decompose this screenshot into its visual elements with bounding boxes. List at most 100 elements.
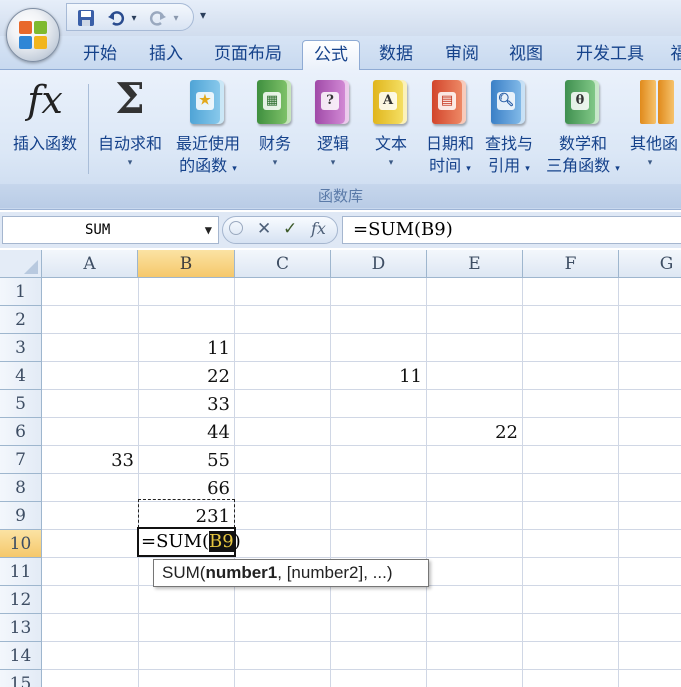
name-box-dropdown-icon[interactable]: ▼ — [205, 217, 212, 243]
text-book-icon: A — [373, 80, 407, 124]
text-dropdown-icon: ▾ — [388, 158, 394, 168]
financial-dropdown-icon: ▾ — [272, 158, 278, 168]
more-label: 其他函 — [630, 134, 679, 153]
insert-function-label: 插入函数 — [12, 134, 77, 153]
edit-reference: B9 — [209, 531, 234, 552]
row-header-10[interactable]: 10 — [0, 530, 42, 558]
row-header-9[interactable]: 9 — [0, 502, 42, 530]
copy-marquee-b9 — [138, 499, 235, 528]
gridline — [618, 278, 619, 687]
column-header-c[interactable]: C — [235, 250, 331, 278]
function-signature-tooltip[interactable]: SUM(number1, [number2], ...) — [153, 559, 429, 587]
cell-b6[interactable]: 44 — [138, 418, 234, 446]
math-label: 数学和 — [558, 134, 607, 153]
select-all-corner[interactable] — [0, 250, 42, 278]
redo-dropdown-icon[interactable]: ▾ — [171, 7, 181, 29]
gridline — [330, 278, 331, 687]
tab-home[interactable]: 开始 — [72, 40, 128, 70]
column-header-b[interactable]: B — [138, 250, 235, 278]
logical-dropdown-icon: ▾ — [330, 158, 336, 168]
cell-b5[interactable]: 33 — [138, 390, 234, 418]
cell-b4[interactable]: 22 — [138, 362, 234, 390]
books-stack-icon — [640, 80, 656, 124]
office-button[interactable] — [6, 8, 60, 62]
undo-dropdown-icon[interactable]: ▾ — [129, 7, 139, 29]
column-header-a[interactable]: A — [42, 250, 138, 278]
logical-button[interactable]: ? 逻辑 ▾ — [306, 72, 360, 190]
tab-developer[interactable]: 开发工具 — [564, 40, 656, 70]
cell-e6[interactable]: 22 — [426, 418, 522, 446]
name-box[interactable]: SUM ▼ — [2, 216, 219, 244]
row-header-2[interactable]: 2 — [0, 306, 42, 334]
cell-b7[interactable]: 55 — [138, 446, 234, 474]
cell-b3[interactable]: 11 — [138, 334, 234, 362]
tab-data[interactable]: 数据 — [368, 40, 424, 70]
row-header-11[interactable]: 11 — [0, 558, 42, 586]
row-header-7[interactable]: 7 — [0, 446, 42, 474]
row-header-3[interactable]: 3 — [0, 334, 42, 362]
math-label-2: 三角函数 ▾ — [546, 156, 620, 175]
customize-qat-icon[interactable]: ▾ — [200, 8, 214, 24]
office-logo-icon — [19, 21, 47, 49]
ribbon-separator — [88, 84, 89, 174]
gridline — [234, 278, 235, 687]
lookup-label: 查找与 — [484, 134, 533, 153]
tooltip-function: SUM( — [162, 563, 206, 582]
gridline — [42, 641, 681, 642]
column-header-f[interactable]: F — [523, 250, 619, 278]
more-functions-button[interactable]: 其他函 ▾ — [630, 72, 681, 190]
cancel-icon[interactable]: ✕ — [257, 219, 271, 239]
autosum-dropdown-icon: ▾ — [127, 158, 133, 168]
magnifier-book-icon: 🔍︎ — [491, 80, 525, 124]
row-header-14[interactable]: 14 — [0, 642, 42, 670]
row-header-15[interactable]: 15 — [0, 670, 42, 687]
tab-review[interactable]: 审阅 — [434, 40, 490, 70]
recently-used-button[interactable]: ★ 最近使用 的函数 ▾ — [170, 72, 246, 190]
row-header-8[interactable]: 8 — [0, 474, 42, 502]
column-header-e[interactable]: E — [427, 250, 523, 278]
quick-access-toolbar: ▾ ▾ — [66, 3, 194, 31]
tooltip-current-arg: number1 — [205, 563, 278, 582]
resize-handle-icon[interactable] — [229, 221, 243, 235]
redo-icon[interactable] — [147, 7, 169, 29]
undo-icon[interactable] — [105, 7, 127, 29]
row-header-13[interactable]: 13 — [0, 614, 42, 642]
active-cell-editor-b10[interactable]: =SUM(B9) — [137, 527, 241, 557]
gridline — [42, 613, 681, 614]
tab-insert[interactable]: 插入 — [138, 40, 194, 70]
enter-icon[interactable]: ✓ — [283, 219, 297, 239]
text-label: 文本 — [374, 134, 407, 153]
financial-label: 财务 — [258, 134, 291, 153]
tab-page-layout[interactable]: 页面布局 — [204, 40, 292, 70]
edit-suffix: ) — [233, 531, 241, 552]
insert-function-button[interactable]: fx 插入函数 — [4, 72, 86, 190]
datetime-button[interactable]: ▤ 日期和 时间 ▾ — [422, 72, 478, 190]
column-header-d[interactable]: D — [331, 250, 427, 278]
text-button[interactable]: A 文本 ▾ — [364, 72, 418, 190]
cell-d4[interactable]: 11 — [330, 362, 426, 390]
cell-a7[interactable]: 33 — [42, 446, 138, 474]
gridline — [522, 278, 523, 687]
logical-book-icon: ? — [315, 80, 349, 124]
gridline — [42, 305, 681, 306]
title-bar: ▾ ▾ ▾ — [0, 0, 681, 36]
insert-function-fx-icon[interactable]: fx — [311, 219, 326, 238]
autosum-button[interactable]: Σ 自动求和 ▾ — [92, 72, 168, 190]
tab-view[interactable]: 视图 — [498, 40, 554, 70]
row-header-6[interactable]: 6 — [0, 418, 42, 446]
row-header-5[interactable]: 5 — [0, 390, 42, 418]
lookup-button[interactable]: 🔍︎ 查找与 引用 ▾ — [480, 72, 538, 190]
financial-button[interactable]: ▦ 财务 ▾ — [250, 72, 300, 190]
tab-formulas[interactable]: 公式 — [302, 40, 360, 71]
gridline — [42, 557, 681, 558]
row-header-1[interactable]: 1 — [0, 278, 42, 306]
math-trig-button[interactable]: θ 数学和 三角函数 ▾ — [540, 72, 626, 190]
column-header-g[interactable]: G — [619, 250, 681, 278]
save-icon[interactable] — [75, 7, 97, 29]
cell-b8[interactable]: 66 — [138, 474, 234, 502]
formula-input[interactable]: =SUM(B9) — [342, 216, 681, 244]
row-header-12[interactable]: 12 — [0, 586, 42, 614]
tab-partial[interactable]: 福 — [664, 40, 681, 70]
sigma-icon: Σ — [115, 74, 145, 123]
row-header-4[interactable]: 4 — [0, 362, 42, 390]
